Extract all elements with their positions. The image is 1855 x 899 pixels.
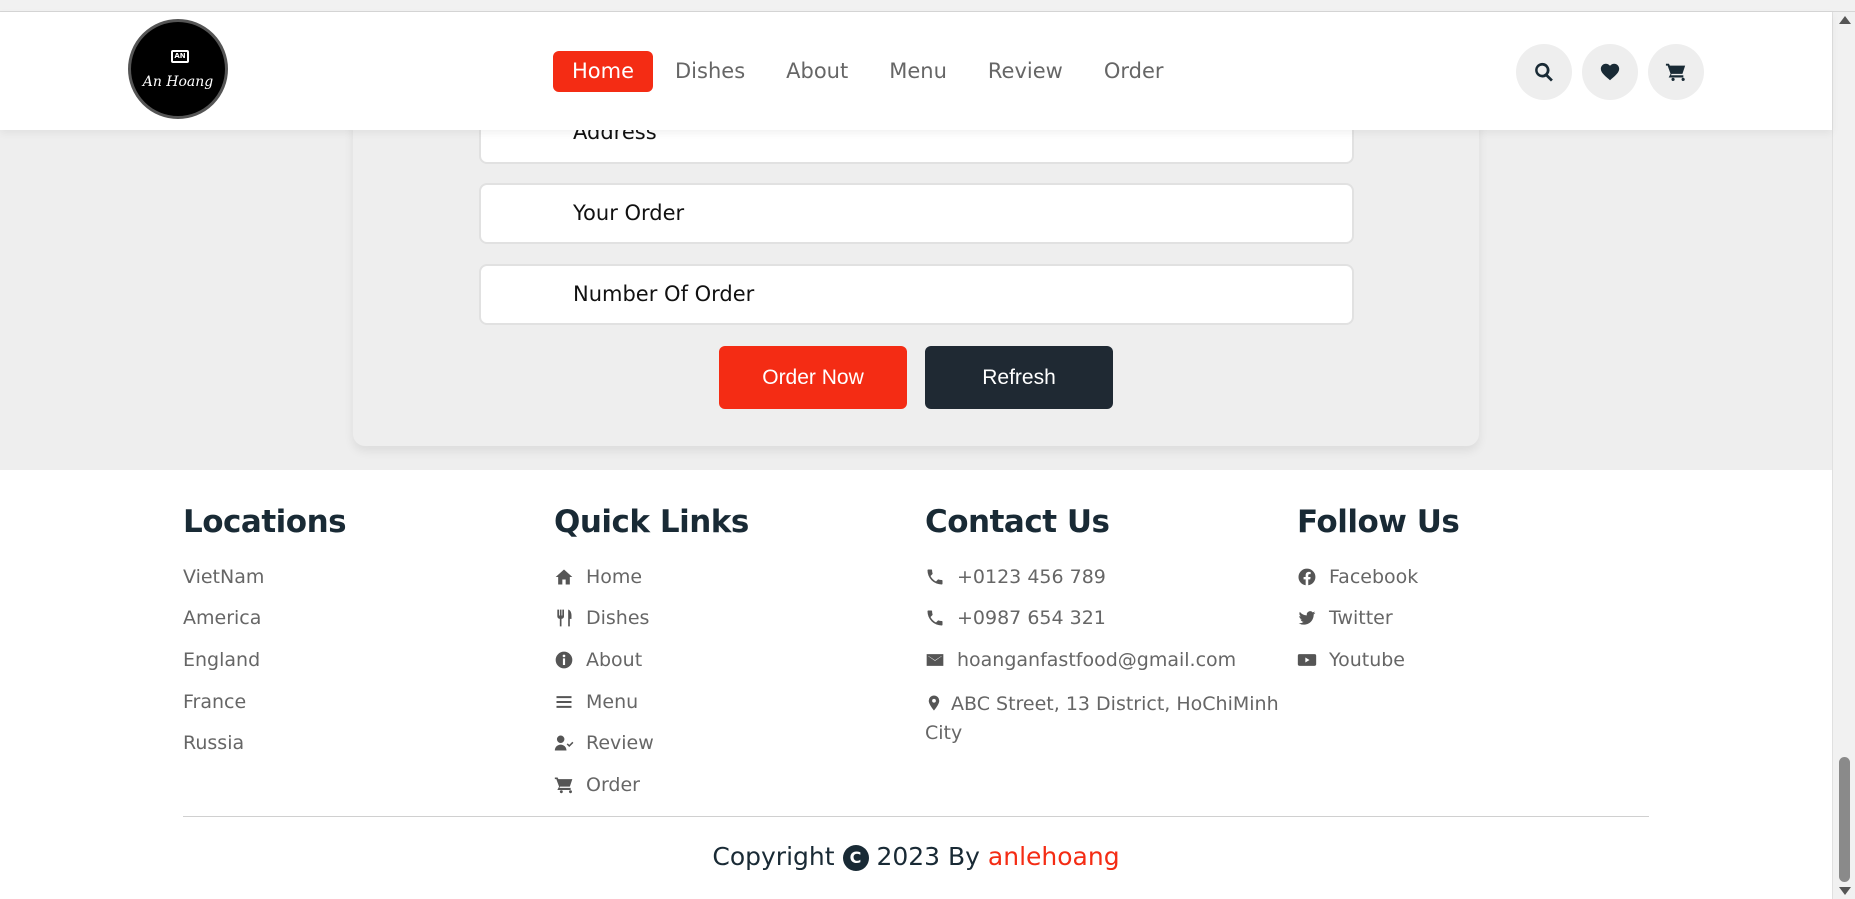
browser-top-strip <box>0 0 1855 12</box>
facebook-icon <box>1298 568 1316 586</box>
footer-quick-links: Quick Links Home Dishes About Menu Revie… <box>554 504 749 806</box>
copyright-line: Copyright C 2023 By anlehoang <box>712 842 1120 871</box>
heart-icon <box>1600 63 1620 81</box>
location-item[interactable]: America <box>183 598 346 640</box>
brand-logo[interactable]: AN An Hoang <box>128 19 228 119</box>
user-check-icon <box>554 735 574 751</box>
youtube-icon <box>1297 654 1317 666</box>
author-link[interactable]: anlehoang <box>988 842 1120 871</box>
quick-link-review[interactable]: Review <box>554 722 749 764</box>
location-item[interactable]: VietNam <box>183 556 346 598</box>
nav-about[interactable]: About <box>767 51 867 92</box>
scroll-thumb[interactable] <box>1839 757 1850 882</box>
phone-icon <box>927 610 943 626</box>
footer-contact: Contact Us +0123 456 789 +0987 654 321 h… <box>925 504 1285 748</box>
quick-link-home[interactable]: Home <box>554 556 749 598</box>
wishlist-button[interactable] <box>1582 44 1638 100</box>
contact-phone-1[interactable]: +0123 456 789 <box>925 556 1285 598</box>
info-icon <box>555 651 573 669</box>
map-pin-icon <box>928 695 940 711</box>
your-order-field[interactable]: Your Order <box>479 183 1354 244</box>
scroll-down-arrow[interactable] <box>1839 887 1851 895</box>
page-scrollbar[interactable] <box>1832 12 1855 899</box>
nav-dishes[interactable]: Dishes <box>656 51 764 92</box>
follow-title: Follow Us <box>1297 504 1460 540</box>
follow-youtube[interactable]: Youtube <box>1297 639 1459 681</box>
menu-icon <box>556 695 572 708</box>
logo-text: An Hoang <box>142 74 214 90</box>
refresh-button[interactable]: Refresh <box>925 346 1113 409</box>
nav-order[interactable]: Order <box>1085 51 1183 92</box>
utensils-icon <box>557 610 572 627</box>
quick-link-about[interactable]: About <box>554 639 749 681</box>
nav-menu[interactable]: Menu <box>870 51 966 92</box>
footer-follow: Follow Us Facebook Twitter Youtube <box>1297 504 1460 681</box>
cart-icon <box>554 777 573 793</box>
footer-divider <box>183 816 1649 817</box>
locations-title: Locations <box>183 504 347 540</box>
cart-icon <box>1665 63 1686 82</box>
contact-title: Contact Us <box>925 504 1110 540</box>
location-item[interactable]: England <box>183 639 346 681</box>
scroll-up-arrow[interactable] <box>1839 16 1851 24</box>
order-now-button[interactable]: Order Now <box>719 346 907 409</box>
location-item[interactable]: Russia <box>183 722 346 764</box>
copyright-icon: C <box>842 845 869 871</box>
site-header: AN An Hoang Home Dishes About Menu Revie… <box>0 12 1832 130</box>
contact-phone-2[interactable]: +0987 654 321 <box>925 598 1285 640</box>
number-of-order-field[interactable]: Number Of Order <box>479 264 1354 325</box>
quick-link-order[interactable]: Order <box>554 764 749 806</box>
phone-icon <box>927 569 943 585</box>
nav-home[interactable]: Home <box>553 51 654 92</box>
quick-link-menu[interactable]: Menu <box>554 681 749 723</box>
quick-link-dishes[interactable]: Dishes <box>554 598 749 640</box>
search-icon <box>1535 62 1553 82</box>
contact-address[interactable]: ABC Street, 13 District, HoChiMinh City <box>925 681 1285 748</box>
quick-links-title: Quick Links <box>554 504 749 540</box>
follow-twitter[interactable]: Twitter <box>1297 598 1459 640</box>
envelope-icon <box>926 654 944 666</box>
twitter-icon <box>1298 611 1316 626</box>
home-icon <box>555 569 573 585</box>
location-item[interactable]: France <box>183 681 346 723</box>
contact-email[interactable]: hoanganfastfood@gmail.com <box>925 639 1285 681</box>
cart-button[interactable] <box>1648 44 1704 100</box>
nav-review[interactable]: Review <box>969 51 1082 92</box>
footer-locations: Locations VietNam America England France… <box>183 504 347 764</box>
main-nav: Home Dishes About Menu Review Order <box>553 51 1186 92</box>
logo-badge: AN <box>171 50 189 63</box>
search-button[interactable] <box>1516 44 1572 100</box>
follow-facebook[interactable]: Facebook <box>1297 556 1459 598</box>
